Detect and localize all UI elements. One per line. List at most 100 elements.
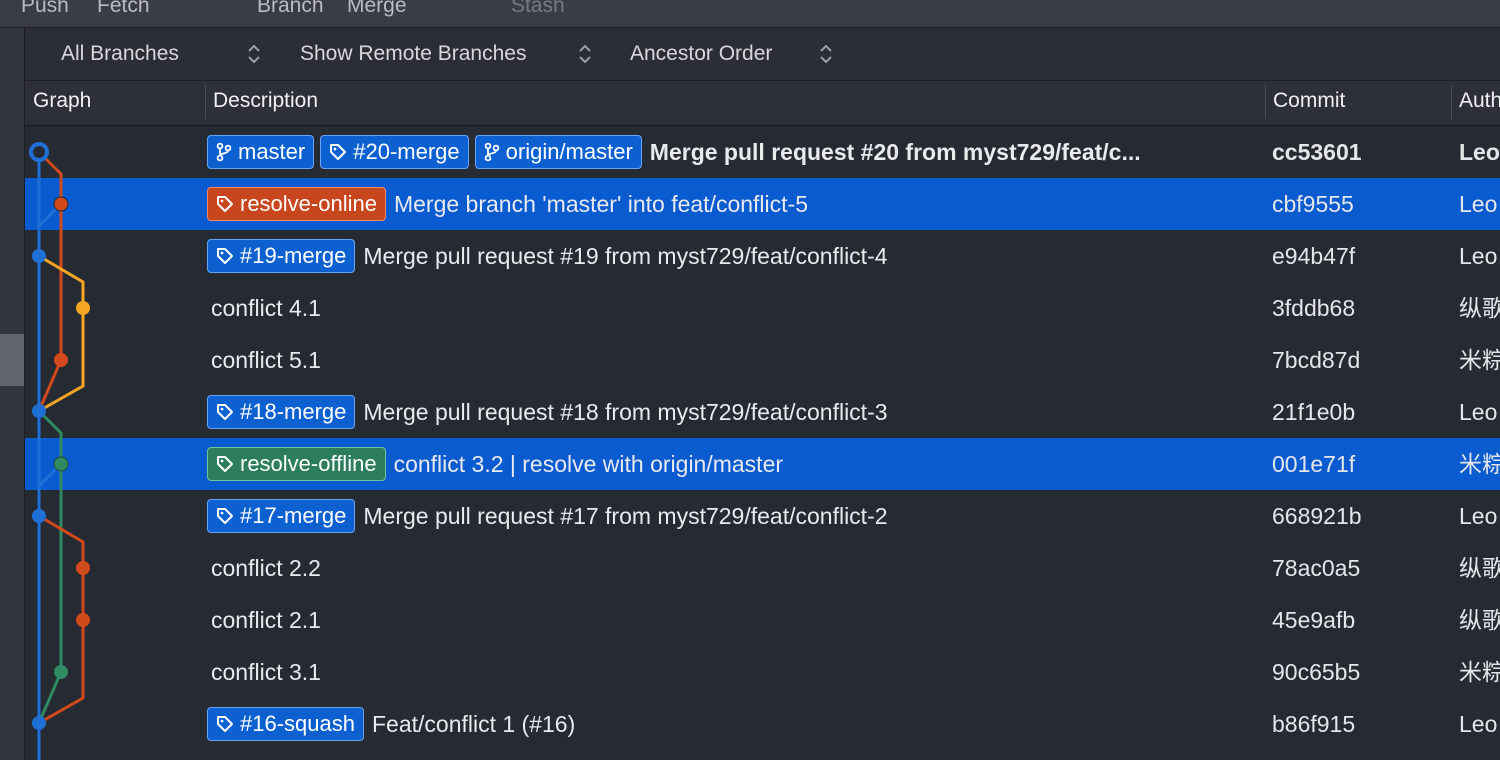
tag-icon <box>217 248 233 264</box>
column-graph[interactable]: Graph <box>25 81 205 125</box>
commit-hash: b86f915 <box>1272 711 1356 737</box>
commit-row[interactable]: conflict 3.1 90c65b5 米粽 <box>25 646 1500 698</box>
tag-icon <box>217 508 233 524</box>
sidebar-scroll-thumb[interactable] <box>0 334 24 386</box>
commit-message: Merge pull request #20 from myst729/feat… <box>649 138 1141 165</box>
tag-label[interactable]: #19-merge <box>207 239 356 273</box>
commit-description: conflict 2.2 <box>207 542 1262 594</box>
commit-row[interactable]: #16-squash Feat/conflict 1 (#16) b86f915 Le… <box>25 698 1500 750</box>
commit-row[interactable]: #19-merge Merge pull request #19 from mys… <box>25 230 1500 282</box>
commit-row[interactable]: conflict 2.2 78ac0a5 纵歌 <box>25 542 1500 594</box>
commit-message: conflict 3.2 | resolve with origin/maste… <box>393 450 784 477</box>
order-label: Ancestor Order <box>630 42 773 65</box>
commit-message: Merge branch 'master' into feat/conflict… <box>393 190 808 217</box>
commit-hash: 21f1e0b <box>1272 399 1356 425</box>
commit-row[interactable]: conflict 2.1 45e9afb 纵歌 <box>25 594 1500 646</box>
commit-description: #18-merge Merge pull request #18 from mys… <box>207 386 1262 438</box>
commit-description: conflict 3.1 <box>207 646 1262 698</box>
push-button[interactable]: Push <box>21 0 69 18</box>
column-header: Graph Description Commit Auth <box>25 81 1500 126</box>
commit-hash: 78ac0a5 <box>1272 555 1361 581</box>
ref-name: #16-squash <box>240 711 355 736</box>
commit-author: 纵歌 <box>1459 295 1500 321</box>
remote-branches-select[interactable]: Show Remote Branches <box>300 28 526 80</box>
commit-message: conflict 4.1 <box>211 294 321 321</box>
branch-button[interactable]: Branch <box>257 0 324 18</box>
commit-message: Merge pull request #17 from myst729/feat… <box>363 502 888 529</box>
commit-description: #19-merge Merge pull request #19 from mys… <box>207 230 1262 282</box>
commit-description: conflict 2.1 <box>207 594 1262 646</box>
ref-name: resolve-offline <box>240 451 377 476</box>
branch-label[interactable]: origin/master <box>474 135 642 169</box>
sidebar-edge <box>0 28 25 760</box>
column-description[interactable]: Description <box>205 81 1265 125</box>
merge-button[interactable]: Merge <box>347 0 407 18</box>
commit-author: Leo <box>1459 191 1498 217</box>
commit-list: master #20-merge origin/master Merge pull r… <box>25 126 1500 760</box>
commit-hash: e94b47f <box>1272 243 1356 269</box>
branch-icon <box>216 142 232 162</box>
commit-row[interactable]: #17-merge Merge pull request #17 from mys… <box>25 490 1500 542</box>
commit-description: #16-squash Feat/conflict 1 (#16) <box>207 698 1262 750</box>
tag-icon <box>330 144 347 160</box>
commit-author: Leo <box>1459 711 1498 737</box>
ref-name: #20-merge <box>353 139 460 164</box>
commit-message: Merge pull request #19 from myst729/feat… <box>363 242 888 269</box>
commit-description: master #20-merge origin/master Merge pull r… <box>207 126 1262 178</box>
ref-name: #19-merge <box>240 243 347 268</box>
ref-name: resolve-online <box>240 191 377 216</box>
commit-description: #17-merge Merge pull request #17 from mys… <box>207 490 1262 542</box>
order-select[interactable]: Ancestor Order <box>630 28 772 80</box>
commit-author: 米粽 <box>1459 659 1500 685</box>
commit-message: Feat/conflict 1 (#16) <box>371 710 576 737</box>
tag-label[interactable]: resolve-offline <box>207 447 386 481</box>
commit-row[interactable]: #18-merge Merge pull request #18 from mys… <box>25 386 1500 438</box>
ref-name: origin/master <box>505 139 633 164</box>
commit-message: conflict 3.1 <box>211 658 321 685</box>
tag-icon <box>217 196 233 212</box>
commit-row[interactable]: resolve-offline conflict 3.2 | resolve wi… <box>25 438 1500 490</box>
commit-message: conflict 2.1 <box>211 606 321 633</box>
tag-label[interactable]: #18-merge <box>207 395 356 429</box>
stash-button[interactable]: Stash <box>511 0 565 18</box>
commit-author: Leo <box>1459 243 1498 269</box>
commit-author: 米粽 <box>1459 347 1500 373</box>
commit-description: resolve-offline conflict 3.2 | resolve wi… <box>207 438 1262 490</box>
tag-label[interactable]: #17-merge <box>207 499 356 533</box>
commit-hash: 7bcd87d <box>1272 347 1361 373</box>
commit-description: resolve-online Merge branch 'master' into… <box>207 178 1262 230</box>
commit-row[interactable]: conflict 5.1 7bcd87d 米粽 <box>25 334 1500 386</box>
tag-icon <box>217 404 233 420</box>
tag-icon <box>217 716 233 732</box>
commit-hash: cbf9555 <box>1272 191 1354 217</box>
commit-hash: 668921b <box>1272 503 1362 529</box>
commit-author: Leo <box>1459 503 1498 529</box>
filter-bar: All Branches Show Remote Branches Ancest… <box>25 28 1500 81</box>
updown-chevron-icon <box>820 44 832 64</box>
commit-hash: cc53601 <box>1272 139 1362 165</box>
tag-icon <box>217 456 233 472</box>
ref-name: #17-merge <box>240 503 347 528</box>
commit-message: conflict 2.2 <box>211 554 321 581</box>
commit-hash: 90c65b5 <box>1272 659 1361 685</box>
commit-author: 米粽 <box>1459 451 1500 477</box>
commit-hash: 45e9afb <box>1272 607 1356 633</box>
updown-chevron-icon <box>248 44 260 64</box>
commit-author: 纵歌 <box>1459 607 1500 633</box>
commit-row[interactable]: master #20-merge origin/master Merge pull r… <box>25 126 1500 178</box>
commit-row[interactable]: resolve-online Merge branch 'master' into… <box>25 178 1500 230</box>
tag-label[interactable]: #16-squash <box>207 707 364 741</box>
tag-label[interactable]: resolve-online <box>207 187 386 221</box>
fetch-button[interactable]: Fetch <box>97 0 150 18</box>
column-author[interactable]: Auth <box>1451 81 1500 125</box>
column-commit[interactable]: Commit <box>1265 81 1451 125</box>
main-toolbar: Push Fetch Branch Merge Stash <box>0 0 1500 28</box>
branch-filter-select[interactable]: All Branches <box>61 28 179 80</box>
commit-author: Leo <box>1459 399 1498 425</box>
branch-icon <box>484 142 499 162</box>
ref-name: #18-merge <box>240 399 347 424</box>
commit-row[interactable]: conflict 4.1 3fddb68 纵歌 <box>25 282 1500 334</box>
commit-hash: 001e71f <box>1272 451 1356 477</box>
tag-label[interactable]: #20-merge <box>320 135 469 169</box>
branch-label[interactable]: master <box>207 135 315 169</box>
